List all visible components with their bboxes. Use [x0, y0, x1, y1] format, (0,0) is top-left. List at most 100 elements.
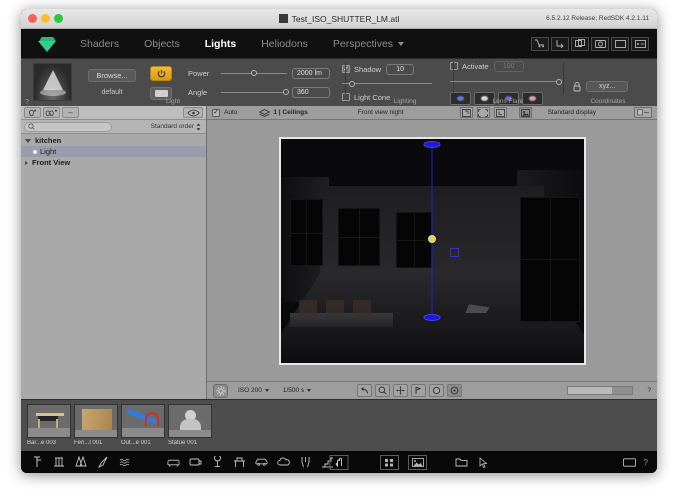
shadow-value-field[interactable]: 10	[386, 63, 415, 75]
render-display-icon[interactable]	[518, 107, 532, 118]
power-row: Power 2000 lm	[188, 67, 330, 79]
chevron-down-icon[interactable]	[398, 41, 405, 46]
bottom-toolbar: ?	[21, 451, 657, 473]
desk-lamp-icon[interactable]	[96, 456, 109, 469]
cart-icon[interactable]	[531, 36, 549, 51]
app-logo-icon	[38, 36, 57, 52]
shutter-select[interactable]: 1/500 s	[283, 387, 312, 394]
tree-node-front-view[interactable]: Front View	[21, 157, 206, 168]
light-bullet-icon	[33, 149, 37, 154]
light-gizmo-bottom-handle[interactable]	[423, 314, 441, 322]
sort-order-select[interactable]: Standard order	[151, 123, 203, 131]
tab-shaders[interactable]: Shaders	[80, 38, 119, 50]
walk-icon[interactable]	[411, 384, 427, 397]
shadow-checkbox[interactable]: ✓ Shadow	[342, 65, 381, 74]
angle-slider[interactable]	[221, 88, 290, 96]
spot-light-icon[interactable]	[30, 456, 43, 469]
tab-objects[interactable]: Objects	[144, 38, 180, 50]
chevron-down-icon	[264, 389, 269, 392]
tab-perspectives-label: Perspectives	[332, 37, 394, 50]
exposure-slider[interactable]	[567, 386, 634, 395]
angle-value-field[interactable]: 360	[292, 86, 330, 98]
street-light-icon[interactable]	[52, 456, 65, 469]
light-gizmo-box-handle[interactable]	[450, 248, 460, 258]
auto-checkbox[interactable]: ✓ Auto	[212, 108, 237, 117]
tree-node-kitchen[interactable]: kitchen	[21, 135, 206, 146]
orbit-icon[interactable]	[429, 384, 445, 397]
viewport-help-icon[interactable]: ?	[647, 387, 651, 394]
tab-perspectives[interactable]: Perspectives	[332, 37, 405, 50]
folder-icon[interactable]	[455, 456, 468, 469]
bottom-help-icon[interactable]: ?	[644, 458, 648, 467]
tab-heliodons[interactable]: Heliodons	[261, 38, 308, 50]
library-item[interactable]: Out...e 001	[121, 404, 165, 446]
layer-selector[interactable]: 1 | Ceilings	[259, 108, 308, 117]
viewport-canvas-area[interactable]	[207, 120, 657, 381]
pan-icon[interactable]	[393, 384, 409, 397]
plant-icon[interactable]	[211, 456, 224, 469]
activate-checkbox[interactable]: Activate	[450, 62, 489, 71]
add-multi-light-icon[interactable]	[43, 107, 60, 118]
lighting-section-label: Lighting	[393, 98, 417, 105]
library-item[interactable]: Statue 001	[168, 404, 212, 446]
tab-lights[interactable]: Lights	[205, 38, 237, 50]
panel-icon[interactable]	[631, 36, 649, 51]
window-icon[interactable]	[611, 36, 629, 51]
power-toggle-button[interactable]	[150, 65, 172, 81]
zoom-icon[interactable]	[375, 384, 391, 397]
car-icon[interactable]	[255, 456, 268, 469]
remove-icon[interactable]: –	[62, 107, 79, 118]
hand-tool-icon[interactable]	[329, 454, 349, 470]
library-item[interactable]: Bar...e 003	[27, 404, 71, 446]
chevron-down-icon[interactable]	[25, 138, 31, 143]
search-input[interactable]	[24, 121, 112, 132]
undo-icon[interactable]	[357, 384, 373, 397]
iso-select[interactable]: ISO 200	[238, 387, 269, 394]
power-value-field[interactable]: 2000 lm	[292, 67, 330, 79]
sofa-icon[interactable]	[167, 456, 180, 469]
flare-intensity-slider[interactable]	[450, 78, 562, 86]
water-icon[interactable]	[118, 456, 131, 469]
window-frame-icon[interactable]	[622, 456, 636, 469]
duplicate-icon[interactable]	[571, 36, 589, 51]
camera-icon[interactable]	[591, 36, 609, 51]
lock-icon[interactable]	[572, 81, 582, 92]
crop-frame-icon[interactable]	[493, 107, 507, 118]
double-light-icon[interactable]	[74, 456, 87, 469]
info-icon[interactable]	[447, 384, 463, 397]
add-light-icon[interactable]	[24, 107, 41, 118]
cloud-icon[interactable]	[277, 456, 290, 469]
document-icon	[278, 14, 288, 23]
light-preview-thumbnail[interactable]	[33, 63, 72, 101]
visibility-eye-icon[interactable]	[183, 107, 203, 118]
shadow-slider[interactable]	[342, 80, 432, 88]
chevron-right-icon[interactable]	[25, 160, 28, 165]
xyz-button[interactable]: xyz...	[586, 81, 629, 92]
person-icon[interactable]	[299, 456, 312, 469]
light-source-point[interactable]	[428, 235, 436, 244]
cursor-icon[interactable]	[477, 456, 490, 469]
power-slider[interactable]	[221, 69, 287, 77]
table-icon[interactable]	[233, 456, 246, 469]
render-canvas[interactable]	[278, 136, 586, 365]
display-options-icon[interactable]	[634, 107, 652, 118]
minimize-button[interactable]	[41, 14, 50, 23]
light-gizmo-axis[interactable]	[431, 142, 433, 316]
close-button[interactable]	[28, 14, 37, 23]
help-icon[interactable]: ?	[25, 99, 29, 106]
tv-icon[interactable]	[189, 456, 202, 469]
select-frame-icon[interactable]	[476, 107, 490, 118]
render-settings-icon[interactable]	[213, 383, 228, 398]
window-controls[interactable]	[28, 14, 63, 23]
fit-frame-icon[interactable]	[459, 107, 473, 118]
browse-button[interactable]: Browse...	[88, 69, 136, 82]
library-item[interactable]: Fen...l 001	[74, 404, 118, 446]
grid-icon[interactable]	[380, 454, 399, 470]
image-icon[interactable]	[408, 454, 427, 470]
tree-node-light[interactable]: Light	[21, 146, 206, 157]
maximize-button[interactable]	[54, 14, 63, 23]
window-mid-left	[338, 207, 381, 267]
import-arrow-icon[interactable]	[551, 36, 569, 51]
activate-value-field[interactable]: 100	[493, 60, 524, 72]
light-gizmo-top-handle[interactable]	[423, 140, 441, 148]
